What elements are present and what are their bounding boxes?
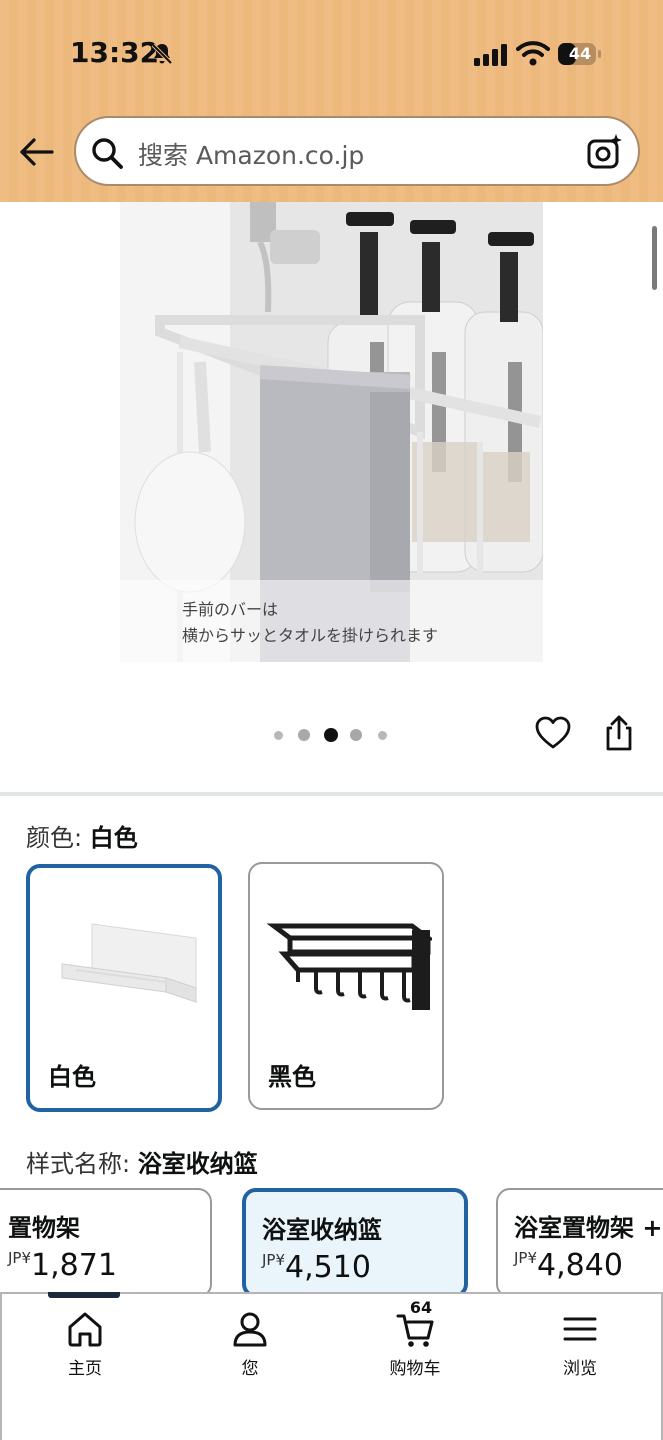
nav-label: 主页 — [68, 1359, 102, 1379]
style-option-name: 浴室置物架 + — [514, 1214, 663, 1242]
color-option-label: 黑色 — [268, 1063, 316, 1091]
image-caption: 手前のバーは 横からサッとタオルを掛けられます — [120, 580, 543, 662]
color-option-white[interactable]: 白色 — [26, 864, 222, 1112]
style-label-row: 样式名称: 浴室收纳篮 — [26, 1144, 258, 1179]
style-option-price: JP¥1,871 — [8, 1248, 117, 1283]
style-option-price: JP¥4,510 — [262, 1250, 371, 1285]
status-time: 13:32 — [70, 36, 160, 69]
cart-count: 64 — [409, 1298, 433, 1317]
color-label-row: 颜色: 白色 — [26, 818, 138, 853]
color-selected: 白色 — [89, 824, 138, 852]
style-option-price: JP¥4,840 — [514, 1248, 623, 1283]
caption-line-1: 手前のバーは — [182, 600, 279, 619]
carousel-dot[interactable] — [378, 731, 387, 740]
style-option-name: 置物架 — [8, 1214, 80, 1242]
price-currency: JP¥ — [262, 1251, 286, 1269]
color-option-black[interactable]: 黑色 — [248, 862, 444, 1110]
nav-home[interactable]: 主页 — [30, 1306, 140, 1379]
menu-icon — [563, 1317, 597, 1341]
nav-label: 浏览 — [563, 1359, 597, 1379]
back-arrow-icon[interactable] — [18, 134, 56, 170]
price-value: 4,840 — [537, 1248, 623, 1283]
price-currency: JP¥ — [8, 1249, 32, 1267]
white-shelf-image — [61, 923, 197, 1003]
nav-label: 购物车 — [389, 1359, 441, 1379]
style-option-name: 浴室收纳篮 — [262, 1216, 382, 1244]
share-icon[interactable] — [600, 714, 638, 752]
product-image[interactable]: 手前のバーは 横からサッとタオルを掛けられます — [120, 202, 543, 662]
home-icon — [68, 1312, 102, 1347]
carousel-dot[interactable] — [274, 731, 283, 740]
nav-cart[interactable]: 64 购物车 — [360, 1298, 470, 1379]
color-option-label: 白色 — [48, 1063, 96, 1091]
color-label: 颜色: — [26, 824, 83, 852]
bell-muted-icon — [151, 43, 173, 65]
carousel-dot[interactable] — [350, 729, 362, 741]
nav-active-indicator — [48, 1292, 120, 1298]
section-divider — [0, 792, 663, 796]
price-currency: JP¥ — [514, 1249, 538, 1267]
nav-browse[interactable]: 浏览 — [525, 1306, 635, 1379]
style-selected: 浴室收纳篮 — [137, 1150, 258, 1178]
search-input[interactable]: 搜索 Amazon.co.jp — [138, 136, 364, 172]
search-bar[interactable]: 搜索 Amazon.co.jp — [74, 116, 640, 186]
caption-line-2: 横からサッとタオルを掛けられます — [182, 626, 439, 645]
bottom-nav: 主页 您 64 购物车 浏览 — [0, 1292, 663, 1440]
battery-level: 44 — [568, 44, 592, 63]
style-option-shelf[interactable]: 置物架 JP¥1,871 — [0, 1188, 212, 1298]
carousel-dots[interactable] — [272, 728, 392, 744]
nav-label: 您 — [241, 1359, 259, 1379]
carousel-dot[interactable] — [298, 729, 310, 741]
signal-icon — [474, 44, 507, 66]
black-shelf-image — [266, 923, 432, 1010]
person-icon — [233, 1312, 267, 1347]
nav-account[interactable]: 您 — [195, 1306, 305, 1379]
header: 13:32 44 搜索 Amazon.co.jp — [0, 0, 663, 202]
search-icon — [92, 138, 123, 169]
heart-icon[interactable] — [534, 714, 572, 752]
camera-lens-icon[interactable] — [586, 132, 624, 170]
price-value: 1,871 — [31, 1248, 117, 1283]
style-option-bath-basket[interactable]: 浴室收纳篮 JP¥4,510 — [242, 1188, 468, 1298]
scroll-indicator — [652, 226, 657, 290]
carousel-dot-active[interactable] — [324, 728, 338, 742]
style-label: 样式名称: — [26, 1150, 131, 1178]
style-option-bath-shelf-plus[interactable]: 浴室置物架 + JP¥4,840 — [496, 1188, 663, 1298]
price-value: 4,510 — [285, 1250, 371, 1285]
wifi-icon — [516, 41, 550, 66]
